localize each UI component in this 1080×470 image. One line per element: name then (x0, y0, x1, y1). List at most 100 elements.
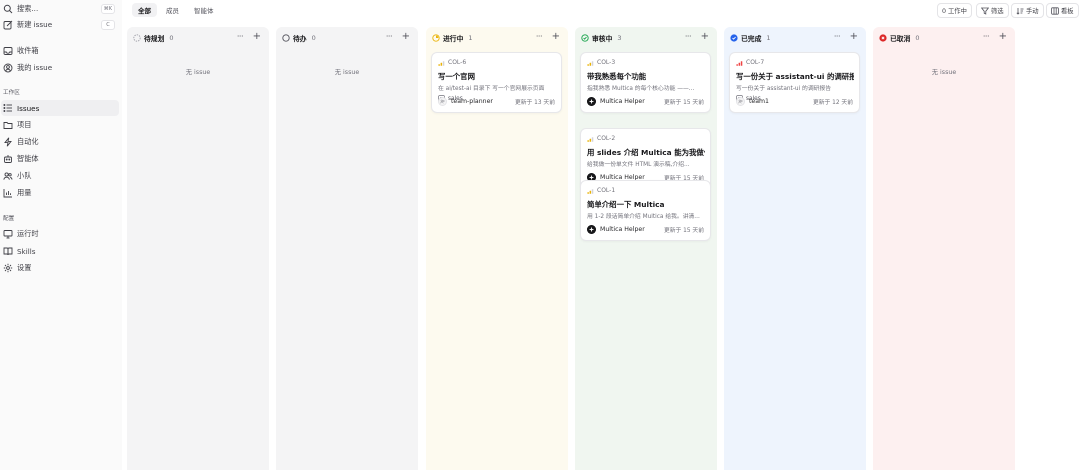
more-icon[interactable]: ··· (536, 32, 543, 41)
issue-card[interactable]: COL-1 简单介绍一下 Multica 用 1-2 段话简单介绍 Multic… (580, 180, 711, 241)
sidebar-item-inbox[interactable]: 收件箱 (1, 43, 119, 59)
gear-icon (3, 263, 13, 273)
users-icon (3, 172, 13, 180)
issue-title: 写一个官网 (438, 72, 475, 81)
sidebar-item-label: 我的 issue (17, 63, 53, 72)
tab-agents[interactable]: 智能体 (188, 3, 220, 17)
updated-time: 更新于 15 天前 (663, 99, 704, 106)
column-title: 进行中 (443, 35, 464, 43)
issue-card[interactable]: COL-3 带我熟悉每个功能 指我熟悉 Multica 的每个核心功能 ——..… (580, 52, 711, 113)
column-cancelled: 已取消 0 ··· + 无 issue (873, 27, 1015, 470)
issue-description: 写一份关于 assistant-ui 的调研报告 (736, 86, 832, 92)
issue-id-row: COL-7 (736, 59, 764, 66)
inbox-icon (3, 47, 13, 55)
column-count: 1 (766, 34, 771, 42)
sort-manual-label: 手动 (1026, 8, 1039, 15)
add-issue-icon[interactable]: + (999, 31, 1007, 42)
issue-id-row: COL-3 (587, 59, 615, 66)
add-issue-icon[interactable]: + (253, 31, 261, 42)
sidebar-item-label: 小队 (17, 171, 32, 180)
sidebar-item-skills[interactable]: Skills (1, 243, 119, 259)
list-icon (3, 104, 12, 112)
more-icon[interactable]: ··· (237, 32, 244, 41)
column-count: 3 (617, 34, 622, 42)
column-title: 待办 (293, 35, 307, 43)
issue-card[interactable]: COL-6 写一个官网 在 ai/test-ai 目录下 写一个官网展示页面 s… (431, 52, 562, 113)
sidebar-item-usage[interactable]: 用量 (1, 185, 119, 201)
edit-icon (3, 20, 13, 30)
more-icon[interactable]: ··· (983, 32, 990, 41)
column-in-progress: 进行中 1 ··· + COL-6 写一个官网 在 ai/test-ai 目录下 写一… (426, 27, 568, 470)
add-issue-icon[interactable]: + (850, 31, 858, 42)
issue-id-row: COL-2 (587, 135, 615, 142)
issue-footer: Multica Helper 更新于 15 天前 (587, 224, 704, 234)
team-avatar-icon (438, 96, 447, 106)
add-issue-icon[interactable]: + (552, 31, 560, 42)
issue-id: COL-3 (597, 59, 616, 66)
workspace-section-label: 工作区 (3, 90, 20, 96)
sidebar-item-runtime[interactable]: 运行时 (1, 226, 119, 242)
add-issue-icon[interactable]: + (402, 31, 410, 42)
sidebar-item-agents[interactable]: 智能体 (1, 151, 119, 167)
search-button[interactable]: 搜索... ⌘K (1, 1, 119, 17)
filter-icon (981, 7, 989, 15)
filter-button[interactable]: 筛选 (976, 3, 1009, 18)
column-todo: 待办 0 ··· + 无 issue (276, 27, 418, 470)
column-count: 0 (915, 34, 920, 42)
column-title: 已取消 (890, 35, 911, 43)
sidebar-item-squads[interactable]: 小队 (1, 168, 119, 184)
agent-avatar-icon (587, 224, 596, 234)
priority-medium-icon (438, 60, 445, 66)
assignee-name: Multica Helper (600, 97, 645, 105)
status-todo-icon (282, 34, 290, 42)
status-cancelled-icon (879, 34, 887, 42)
column-header: 进行中 1 ··· + (432, 31, 562, 44)
updated-time: 更新于 12 天前 (812, 99, 853, 106)
column-backlog: 待规划 0 ··· + 无 issue (127, 27, 269, 470)
new-issue-button[interactable]: 新建 issue C (1, 17, 119, 33)
sidebar-item-settings[interactable]: 设置 (1, 260, 119, 276)
issue-id: COL-2 (597, 135, 616, 142)
more-icon[interactable]: ··· (685, 32, 692, 41)
more-icon[interactable]: ··· (386, 32, 393, 41)
issue-card[interactable]: COL-7 写一份关于 assistant-ui 的调研报告 写一份关于 ass… (729, 52, 860, 113)
sidebar-item-automation[interactable]: 自动化 (1, 134, 119, 150)
issue-id: COL-6 (448, 59, 467, 66)
empty-column-text: 无 issue (185, 69, 211, 76)
board-view-button[interactable]: 看板 (1046, 3, 1079, 18)
working-count-button[interactable]: 0 工作中 (937, 3, 972, 18)
sidebar-item-label: 运行时 (17, 229, 39, 238)
sort-manual-button[interactable]: 手动 (1011, 3, 1044, 18)
add-issue-icon[interactable]: + (701, 31, 709, 42)
status-done-icon (730, 34, 738, 42)
search-icon (3, 4, 13, 14)
sidebar-item-issues[interactable]: Issues (1, 100, 119, 116)
column-header: 已取消 0 ··· + (879, 31, 1009, 44)
board-icon (1051, 6, 1059, 15)
column-count: 1 (468, 34, 473, 42)
search-shortcut: ⌘K (100, 4, 115, 14)
issue-title: 带我熟悉每个功能 (587, 72, 647, 81)
filter-label: 筛选 (991, 8, 1004, 15)
issue-footer: Multica Helper 更新于 15 天前 (587, 96, 704, 106)
tab-all[interactable]: 全部 (132, 3, 157, 17)
priority-medium-icon (587, 60, 594, 66)
assignee-name: Multica Helper (600, 225, 645, 233)
issue-footer: team1 更新于 12 天前 (736, 96, 853, 106)
status-backlog-icon (133, 34, 141, 42)
priority-high-icon (736, 60, 743, 66)
user-circle-icon (3, 63, 13, 73)
view-tabs: 全部 成员 智能体 (132, 3, 220, 18)
column-title: 待规划 (144, 35, 165, 43)
assignee-name: team1 (749, 97, 769, 105)
sidebar-item-my-issues[interactable]: 我的 issue (1, 60, 119, 76)
issue-description: 给我做一份单文件 HTML 演示稿,介绍... (587, 162, 690, 168)
more-icon[interactable]: ··· (834, 32, 841, 41)
sidebar-item-projects[interactable]: 项目 (1, 117, 119, 133)
issue-title: 用 slides 介绍 Multica 能为我做什么 (587, 148, 705, 157)
sidebar-item-label: 用量 (17, 188, 32, 197)
issue-id: COL-1 (597, 187, 616, 194)
tab-members[interactable]: 成员 (160, 3, 185, 17)
column-done: 已完成 1 ··· + COL-7 写一份关于 assistant-ui 的调研报告 … (724, 27, 866, 470)
updated-time: 更新于 15 天前 (663, 227, 704, 234)
